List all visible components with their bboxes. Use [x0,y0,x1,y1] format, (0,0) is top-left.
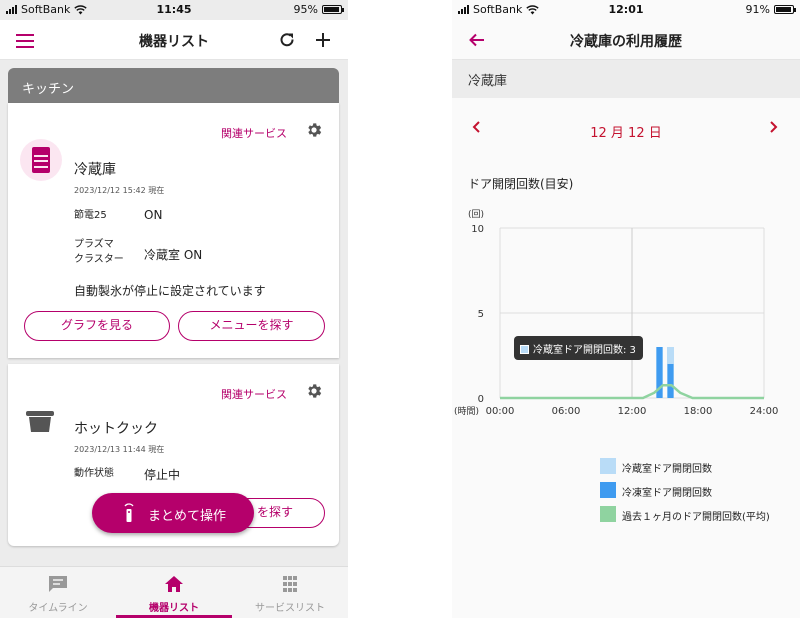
property-label: 節電25 [74,210,107,221]
property-value: 停止中 [144,468,181,482]
device-updated-time: 2023/12/13 11:44 現在 [74,445,165,454]
usage-history-screen: SoftBank 12:01 91% 冷蔵庫の利用履歴 冷蔵庫 12 月 12 … [452,0,800,618]
device-card-refrigerator[interactable]: 関連サービス 冷蔵庫 2023/12/12 15:42 現在 節電25 ON プ… [8,103,339,358]
legend-swatch [600,482,616,498]
battery-percent: 95% [293,3,318,16]
battery-info: 95% [293,3,344,16]
refresh-icon[interactable] [278,31,296,49]
tab-service-list[interactable]: サービスリスト [232,567,348,618]
view-graph-button[interactable]: グラフを見る [24,311,170,341]
x-tick-label: 12:00 [618,406,647,417]
property-value: 冷蔵室 ON [144,248,203,262]
related-services-link[interactable]: 関連サービス [221,125,287,141]
y-tick-label: 5 [478,309,484,320]
top-navigation-bar: 冷蔵庫の利用履歴 [452,20,800,60]
legend-item[interactable]: 冷蔵室ドア開閉回数 [600,458,800,475]
device-list-screen: SoftBank 11:45 95% 機器リスト キッチン 関連サービス 冷蔵庫… [0,0,348,618]
home-icon [165,576,183,592]
battery-icon [774,5,796,14]
remote-control-icon [124,503,134,522]
tab-device-list[interactable]: 機器リスト [116,567,232,618]
grid-icon [283,576,297,592]
device-name: 冷蔵庫 [74,162,116,178]
gear-icon[interactable] [305,121,323,139]
door-open-count-chart[interactable]: 0 5 10 (回) (時間) 00:00 06:00 12:00 18:00 24:00 [452,200,800,430]
batch-operation-label: まとめて操作 [148,509,227,524]
room-section-header: キッチン [8,68,339,103]
bottom-tab-bar: タイムライン 機器リスト サービスリスト [0,566,348,618]
tooltip-text: 冷蔵室ドア開閉回数: 3 [533,345,636,356]
status-bar: SoftBank 12:01 91% [452,0,800,20]
battery-icon [322,5,344,14]
chevron-right-icon[interactable] [766,120,780,134]
device-name: ホットクック [74,421,158,437]
batch-operation-button[interactable]: まとめて操作 [92,493,254,533]
property-value: ON [144,208,163,222]
battery-info: 91% [745,3,796,16]
x-tick-label: 18:00 [684,406,713,417]
tab-label: タイムライン [28,603,88,614]
legend-item[interactable]: 冷凍室ドア開閉回数 [600,482,800,499]
gear-icon[interactable] [305,382,323,400]
page-title: 冷蔵庫の利用履歴 [570,34,682,50]
property-label: 動作状態 [74,468,114,479]
property-label: プラズマ クラスター [74,239,124,265]
ice-maker-notice: 自動製氷が停止に設定されています [74,284,266,298]
tab-label: サービスリスト [255,603,325,614]
legend-label: 冷蔵室ドア開閉回数 [622,464,712,475]
refrigerator-icon [32,147,50,173]
plus-icon[interactable] [314,31,332,49]
x-axis-label: (時間) [454,406,479,417]
chart-title: ドア開閉回数(目安) [468,177,574,191]
device-updated-time: 2023/12/12 15:42 現在 [74,186,165,195]
tab-timeline[interactable]: タイムライン [0,567,116,618]
legend-label: 冷凍室ドア開閉回数 [622,488,712,499]
y-tick-label: 10 [471,224,484,235]
device-subheader: 冷蔵庫 [452,60,800,98]
status-bar: SoftBank 11:45 95% [0,0,348,20]
date-navigator: 12 月 12 日 [452,114,800,144]
chart-tooltip: 冷蔵室ドア開閉回数: 3 [514,336,643,360]
y-axis-label: (回) [468,209,484,220]
legend-item[interactable]: 過去１ヶ月のドア開閉回数(平均) [600,506,800,523]
legend-label: 過去１ヶ月のドア開閉回数(平均) [622,512,770,523]
find-menu-button[interactable]: メニューを探す [178,311,325,341]
y-tick-label: 0 [478,394,484,405]
related-services-link[interactable]: 関連サービス [221,386,287,402]
top-navigation-bar: 機器リスト [0,20,348,60]
refrigerator-icon-badge [20,139,62,181]
cooking-pot-icon [26,411,54,432]
battery-percent: 91% [745,3,770,16]
x-tick-label: 00:00 [486,406,515,417]
legend-swatch [600,458,616,474]
x-tick-label: 06:00 [552,406,581,417]
tab-label: 機器リスト [149,603,199,614]
bar-freezer [667,364,674,398]
selected-date: 12 月 12 日 [590,126,662,141]
legend-swatch [600,506,616,522]
x-tick-label: 24:00 [750,406,779,417]
chat-icon [49,576,67,592]
tooltip-swatch [520,345,529,354]
